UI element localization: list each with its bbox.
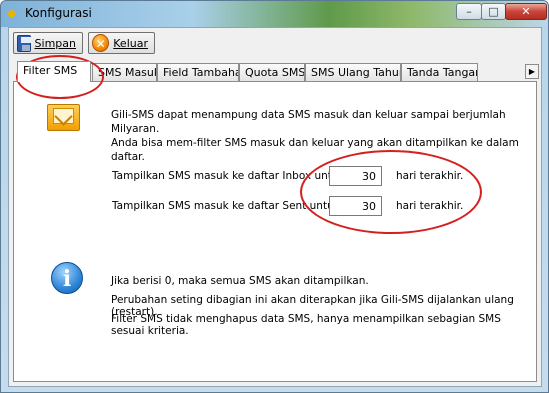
config-window: ◆ Konfigurasi – □ ✕ Simpan ✕ Keluar Filt…	[0, 0, 549, 393]
info-line-3: Filter SMS tidak menghapus data SMS, han…	[111, 313, 501, 337]
intro-text: Gili-SMS dapat menampung data SMS masuk …	[111, 108, 521, 164]
inbox-days-input[interactable]: 30	[329, 166, 382, 186]
envelope-icon	[47, 104, 80, 131]
tab-scroll-right-icon[interactable]: ▶	[525, 64, 539, 79]
filter-sms-panel: Gili-SMS dapat menampung data SMS masuk …	[13, 81, 537, 382]
tab-sms-ulang-tahun[interactable]: SMS Ulang Tahun	[305, 63, 401, 81]
tab-strip: Filter SMS SMS Masuk Field Tambahan Quot…	[13, 61, 539, 82]
sent-days-suffix: hari terakhir.	[396, 200, 464, 212]
tab-sms-masuk[interactable]: SMS Masuk	[92, 63, 157, 81]
tab-tanda-tangan[interactable]: Tanda Tangan	[401, 63, 478, 81]
app-icon: ◆	[7, 6, 17, 20]
minimize-button[interactable]: –	[456, 3, 482, 20]
client-area: Simpan ✕ Keluar Filter SMS SMS Masuk Fie…	[8, 27, 542, 387]
floppy-disk-icon	[17, 34, 31, 52]
sent-days-input[interactable]: 30	[329, 196, 382, 216]
window-title: Konfigurasi	[25, 6, 92, 20]
save-label: Simpan	[34, 36, 76, 50]
exit-button[interactable]: ✕ Keluar	[88, 32, 155, 54]
info-line-1: Jika berisi 0, maka semua SMS akan ditam…	[111, 275, 369, 287]
tab-filter-sms[interactable]: Filter SMS	[17, 61, 91, 82]
inbox-days-suffix: hari terakhir.	[396, 170, 464, 182]
save-button[interactable]: Simpan	[13, 32, 83, 54]
tab-quota-sms[interactable]: Quota SMS	[239, 63, 305, 81]
intro-line-2: Anda bisa mem-filter SMS masuk dan kelua…	[111, 137, 519, 163]
info-icon: i	[51, 262, 83, 294]
tab-field-tambahan[interactable]: Field Tambahan	[157, 63, 239, 81]
title-bar[interactable]: ◆ Konfigurasi – □ ✕	[1, 1, 548, 27]
toolbar: Simpan ✕ Keluar	[9, 28, 541, 58]
close-button[interactable]: ✕	[505, 3, 547, 20]
exit-x-icon: ✕	[92, 34, 110, 52]
exit-label: Keluar	[113, 36, 148, 50]
sent-filter-label: Tampilkan SMS masuk ke daftar Sent untuk	[112, 200, 340, 212]
intro-line-1: Gili-SMS dapat menampung data SMS masuk …	[111, 109, 506, 135]
inbox-filter-label: Tampilkan SMS masuk ke daftar Inbox untu…	[112, 170, 345, 182]
maximize-button[interactable]: □	[481, 3, 506, 20]
